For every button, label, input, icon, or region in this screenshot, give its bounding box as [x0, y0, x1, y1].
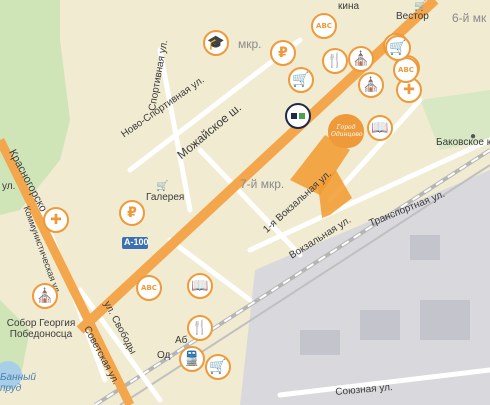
industrial-building [410, 235, 440, 260]
cart-icon[interactable]: 🛒 [288, 67, 314, 93]
book-icon[interactable]: 📖 [187, 273, 213, 299]
cart-icon[interactable]: 🛒 [205, 354, 231, 380]
cross-icon[interactable]: ✚ [43, 207, 69, 233]
blocks-icon[interactable]: ABC [311, 13, 337, 39]
graduation-cap-icon[interactable]: 🎓 [203, 30, 229, 56]
street-label-ul: ул. [2, 181, 16, 192]
blocks-icon[interactable]: ABC [136, 275, 162, 301]
map-canvas[interactable]: А-100 Можайское ш. Ново-Спортивная ул. С… [0, 0, 490, 405]
district-label-mkr: мкр. [238, 37, 262, 51]
church-icon[interactable]: ⛪ [358, 72, 384, 98]
church-icon[interactable]: ⛪ [348, 46, 374, 72]
industrial-building [360, 310, 400, 340]
bank-logo-icon[interactable] [285, 103, 311, 129]
poi-marker-icon: ● [470, 131, 477, 142]
district-label-6: 6-й мк [452, 11, 487, 25]
district-label-7: 7-й мкр. [240, 177, 285, 191]
shop-marker-icon: 🛒 [414, 1, 427, 12]
money-bag-icon[interactable]: ₽ [119, 200, 145, 226]
brand-sign-text: Город Одинцово [331, 124, 363, 138]
street-label-kina: кина [338, 1, 360, 12]
place-label-sobor: Собор Георгия Победоносца [6, 318, 76, 340]
food-icon[interactable]: 🍴 [322, 48, 348, 74]
street-label-od: Од [157, 350, 171, 361]
church-icon[interactable]: ⛪ [32, 283, 58, 309]
place-label-galereya: Галерея [146, 192, 185, 203]
place-label-prud: Банный пруд [0, 372, 36, 394]
road-shield-label: А-100 [124, 237, 149, 247]
place-label-bakovskoe: Баковское кл [436, 137, 490, 148]
industrial-building [300, 330, 340, 355]
cart-icon[interactable]: 🛒 [385, 35, 411, 61]
brand-sign[interactable]: Город Одинцово [328, 114, 364, 148]
shop-marker-icon: 🛒 [156, 181, 169, 192]
street-label-ab: Аб [175, 335, 188, 346]
book-icon[interactable]: 📖 [367, 115, 393, 141]
place-label-vestor: Вестор [396, 11, 429, 22]
train-icon[interactable]: 🚆 [179, 346, 205, 372]
food-icon[interactable]: 🍴 [187, 315, 213, 341]
industrial-building [420, 300, 470, 340]
money-bag-icon[interactable]: ₽ [270, 40, 296, 66]
